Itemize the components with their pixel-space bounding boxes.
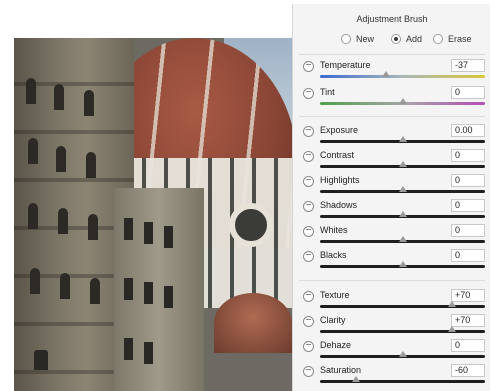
slider-row-dehaze: − Dehaze 0 bbox=[293, 339, 491, 364]
slider-value-input[interactable]: 0 bbox=[451, 86, 485, 99]
slider-thumb[interactable] bbox=[398, 161, 407, 167]
slider-row-whites: − Whites 0 bbox=[293, 224, 491, 249]
slider-thumb[interactable] bbox=[398, 186, 407, 192]
slider-label: Dehaze bbox=[320, 340, 352, 350]
mode-new[interactable]: New bbox=[341, 34, 374, 44]
slider-thumb[interactable] bbox=[398, 136, 407, 142]
slider-label: Blacks bbox=[320, 250, 347, 260]
minus-icon[interactable]: − bbox=[303, 366, 314, 377]
mode-erase-label: Erase bbox=[448, 34, 472, 44]
slider-track[interactable] bbox=[320, 380, 485, 383]
street-building-mid bbox=[114, 188, 204, 391]
slider-thumb[interactable] bbox=[448, 301, 456, 307]
minus-icon[interactable]: − bbox=[303, 201, 314, 212]
panel-title: Adjustment Brush bbox=[356, 14, 428, 24]
slider-value-input[interactable]: 0 bbox=[451, 174, 485, 187]
slider-label: Shadows bbox=[320, 200, 358, 210]
minus-icon[interactable]: − bbox=[303, 226, 314, 237]
radio-new[interactable] bbox=[341, 34, 351, 44]
slider-thumb[interactable] bbox=[382, 71, 390, 77]
minus-icon[interactable]: − bbox=[303, 291, 314, 302]
slider-label: Whites bbox=[320, 225, 348, 235]
photo-canvas[interactable] bbox=[14, 38, 292, 391]
mode-erase[interactable]: Erase bbox=[433, 34, 472, 44]
slider-value-input[interactable]: 0 bbox=[451, 249, 485, 262]
slider-label: Tint bbox=[320, 87, 335, 97]
slider-row-tint: − Tint 0 bbox=[293, 86, 491, 111]
slider-row-texture: − Texture +70 bbox=[293, 289, 491, 314]
slider-thumb[interactable] bbox=[398, 98, 407, 104]
slider-label: Saturation bbox=[320, 365, 362, 375]
minus-icon[interactable]: − bbox=[303, 88, 314, 99]
slider-value-input[interactable]: 0 bbox=[451, 339, 485, 352]
slider-row-shadows: − Shadows 0 bbox=[293, 199, 491, 224]
minus-icon[interactable]: − bbox=[303, 341, 314, 352]
slider-label: Texture bbox=[320, 290, 350, 300]
slider-row-highlights: − Highlights 0 bbox=[293, 174, 491, 199]
lower-dome bbox=[214, 293, 292, 353]
radio-add[interactable] bbox=[391, 34, 401, 44]
slider-thumb[interactable] bbox=[352, 376, 361, 382]
slider-value-input[interactable]: +70 bbox=[451, 289, 485, 302]
slider-row-saturation: − Saturation -60 bbox=[293, 364, 491, 389]
slider-value-input[interactable]: -37 bbox=[451, 59, 485, 72]
street-lamp bbox=[34, 350, 48, 370]
slider-value-input[interactable]: 0 bbox=[451, 199, 485, 212]
slider-row-temperature: − Temperature -37 bbox=[293, 59, 491, 84]
slider-thumb[interactable] bbox=[398, 236, 407, 242]
minus-icon[interactable]: − bbox=[303, 251, 314, 262]
slider-label: Temperature bbox=[320, 60, 371, 70]
brush-mode-row: New Add Erase bbox=[293, 34, 491, 48]
adjustment-brush-panel: Adjustment Brush New Add Erase − Tempera… bbox=[292, 4, 490, 391]
mode-add[interactable]: Add bbox=[391, 34, 422, 44]
minus-icon[interactable]: − bbox=[303, 151, 314, 162]
slider-label: Clarity bbox=[320, 315, 346, 325]
slider-thumb[interactable] bbox=[398, 211, 407, 217]
divider bbox=[299, 280, 485, 281]
mode-add-label: Add bbox=[406, 34, 423, 44]
slider-value-input[interactable]: 0 bbox=[451, 224, 485, 237]
minus-icon[interactable]: − bbox=[303, 61, 314, 72]
round-window bbox=[229, 203, 273, 247]
slider-value-input[interactable]: 0 bbox=[451, 149, 485, 162]
slider-value-input[interactable]: 0.00 bbox=[451, 124, 485, 137]
slider-row-exposure: − Exposure 0.00 bbox=[293, 124, 491, 149]
divider bbox=[299, 54, 485, 55]
slider-value-input[interactable]: -60 bbox=[451, 364, 485, 377]
slider-thumb[interactable] bbox=[448, 326, 456, 332]
slider-row-contrast: − Contrast 0 bbox=[293, 149, 491, 174]
minus-icon[interactable]: − bbox=[303, 316, 314, 327]
slider-value-input[interactable]: +70 bbox=[451, 314, 485, 327]
slider-label: Contrast bbox=[320, 150, 355, 160]
minus-icon[interactable]: − bbox=[303, 126, 314, 137]
slider-track[interactable] bbox=[320, 305, 485, 308]
slider-row-blacks: − Blacks 0 bbox=[293, 249, 491, 274]
mode-new-label: New bbox=[356, 34, 375, 44]
slider-thumb[interactable] bbox=[398, 351, 407, 357]
slider-thumb[interactable] bbox=[398, 261, 407, 267]
slider-label: Highlights bbox=[320, 175, 360, 185]
slider-label: Exposure bbox=[320, 125, 359, 135]
slider-row-clarity: − Clarity +70 bbox=[293, 314, 491, 339]
radio-erase[interactable] bbox=[433, 34, 443, 44]
slider-track[interactable] bbox=[320, 330, 485, 333]
slider-track[interactable] bbox=[320, 75, 485, 78]
minus-icon[interactable]: − bbox=[303, 176, 314, 187]
divider bbox=[299, 116, 485, 117]
